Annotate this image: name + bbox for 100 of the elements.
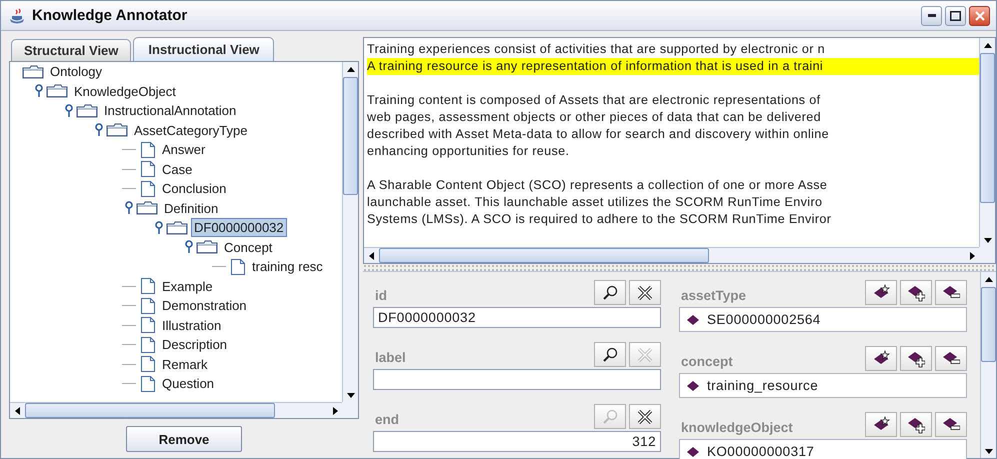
tree-item[interactable]: Case (159, 160, 196, 179)
vertical-scrollbar[interactable] (980, 272, 996, 458)
clear-button[interactable] (629, 280, 661, 305)
diamond-icon (686, 314, 700, 326)
input-field[interactable] (373, 369, 661, 390)
clear-icon (636, 284, 654, 302)
minimize-icon (928, 14, 936, 17)
folder-icon (46, 84, 68, 98)
value-text: SE000000002564 (707, 312, 821, 327)
vertical-scrollbar[interactable] (979, 38, 995, 247)
scrollbar-thumb[interactable] (981, 287, 996, 362)
horizontal-scrollbar[interactable] (364, 247, 979, 263)
tree-item[interactable]: Demonstration (159, 296, 250, 316)
tree-item[interactable]: KnowledgeObject (71, 82, 179, 101)
text-line: enhancing opportunities for reuse. (367, 143, 570, 160)
scrollbar-thumb[interactable] (980, 53, 995, 203)
tree-item[interactable]: Conclusion (159, 179, 230, 198)
document-icon (230, 258, 246, 276)
scrollbar-thumb[interactable] (379, 248, 709, 263)
folder-icon (76, 104, 98, 118)
tree-item[interactable]: Description (159, 335, 230, 354)
field-label: end (374, 412, 400, 429)
tree-item[interactable]: Answer (159, 140, 208, 160)
maximize-icon (950, 10, 961, 20)
text-line: described with Asset Meta-data to allow for search and discovery within online (367, 126, 830, 143)
new-button[interactable] (865, 280, 897, 305)
tab[interactable]: Instructional View (133, 37, 274, 61)
maximize-button[interactable] (945, 6, 966, 26)
expand-handle-icon[interactable] (92, 123, 106, 138)
remove-link-button[interactable] (935, 412, 967, 437)
tree-item[interactable]: Ontology (47, 62, 106, 82)
add-button[interactable] (900, 412, 932, 437)
document-icon (140, 160, 156, 178)
search-button[interactable] (594, 280, 626, 305)
value-field[interactable]: KO00000000317 (679, 439, 967, 459)
tree-item[interactable]: Remark (159, 354, 211, 374)
field-label: knowledgeObject (680, 420, 794, 437)
text-line: Systems (LMSs). A SCO is required to adhere to the SCORM RunTime Enviror (367, 211, 832, 228)
horizontal-scrollbar[interactable] (10, 402, 342, 418)
remove-link-button[interactable] (935, 280, 967, 305)
window-title: Knowledge Annotator (32, 7, 188, 24)
input-field[interactable]: 312 (373, 431, 661, 452)
remove-button[interactable]: Remove (126, 426, 242, 452)
close-icon (974, 10, 984, 20)
document-icon (140, 140, 156, 159)
folder-icon (166, 220, 188, 235)
search-icon (601, 408, 619, 426)
add-button[interactable] (900, 280, 932, 305)
diamond-plus-icon (907, 416, 925, 434)
tab[interactable]: Structural View (11, 39, 132, 61)
value-field[interactable]: SE000000002564 (679, 307, 967, 332)
document-icon (140, 180, 156, 198)
add-button[interactable] (900, 346, 932, 371)
input-field[interactable]: DF0000000032 (373, 307, 661, 328)
clear-icon (636, 346, 654, 364)
tree-item[interactable]: training resc (249, 257, 326, 276)
folder-icon (106, 123, 128, 138)
tree-item[interactable]: InstructionalAnnotation (101, 101, 240, 120)
text-line: Training content is composed of Assets that are electronic representations of (367, 92, 822, 109)
field-label: id (374, 288, 388, 305)
value-field[interactable]: training_resource (679, 373, 967, 398)
tree-item[interactable]: Concept (221, 238, 276, 257)
value-text: KO00000000317 (707, 444, 814, 459)
scrollbar-thumb[interactable] (25, 403, 275, 418)
coffee-cup-icon (7, 8, 27, 24)
field-label: label (374, 350, 407, 367)
document-icon (140, 277, 156, 296)
tree-item[interactable]: Illustration (159, 316, 224, 335)
scrollbar-thumb[interactable] (343, 77, 358, 195)
tree-item[interactable]: DF0000000032 (191, 218, 287, 238)
tree-item[interactable]: Question (159, 374, 218, 394)
document-icon (140, 355, 156, 374)
clear-icon (636, 408, 654, 426)
tree-item[interactable]: Example (159, 276, 216, 296)
document-icon (140, 316, 156, 334)
search-icon (601, 346, 619, 364)
text-line: A Sharable Content Object (SCO) represents a collection of one or more Asse (367, 177, 828, 194)
field-label: concept (680, 354, 734, 371)
remove-link-button[interactable] (935, 346, 967, 371)
folder-icon (196, 240, 218, 254)
text-line: Training experiences consist of activities that are supported by electronic or n (367, 41, 826, 58)
diamond-icon (686, 380, 700, 392)
tree-item[interactable]: Definition (161, 198, 222, 218)
text-line: launchable asset. This launchable asset utilizes the SCORM RunTime Enviro (367, 194, 824, 211)
close-button[interactable] (969, 6, 990, 26)
new-button[interactable] (865, 412, 897, 437)
field-label: assetType (680, 288, 748, 305)
document-icon (140, 336, 156, 354)
diamond-plus-icon (907, 284, 925, 302)
clear-button[interactable] (629, 404, 661, 429)
value-text: training_resource (707, 378, 818, 393)
search-button[interactable] (594, 342, 626, 367)
tree-item[interactable]: AssetCategoryType (131, 120, 250, 140)
diamond-plus-icon (907, 350, 925, 368)
new-button[interactable] (865, 346, 897, 371)
document-icon (140, 374, 156, 393)
vertical-scrollbar[interactable] (342, 62, 358, 402)
minimize-button[interactable] (921, 6, 942, 26)
folder-icon (136, 201, 158, 216)
text-line: web pages, assessment objects or other pieces of data that can be delivered (367, 109, 822, 126)
